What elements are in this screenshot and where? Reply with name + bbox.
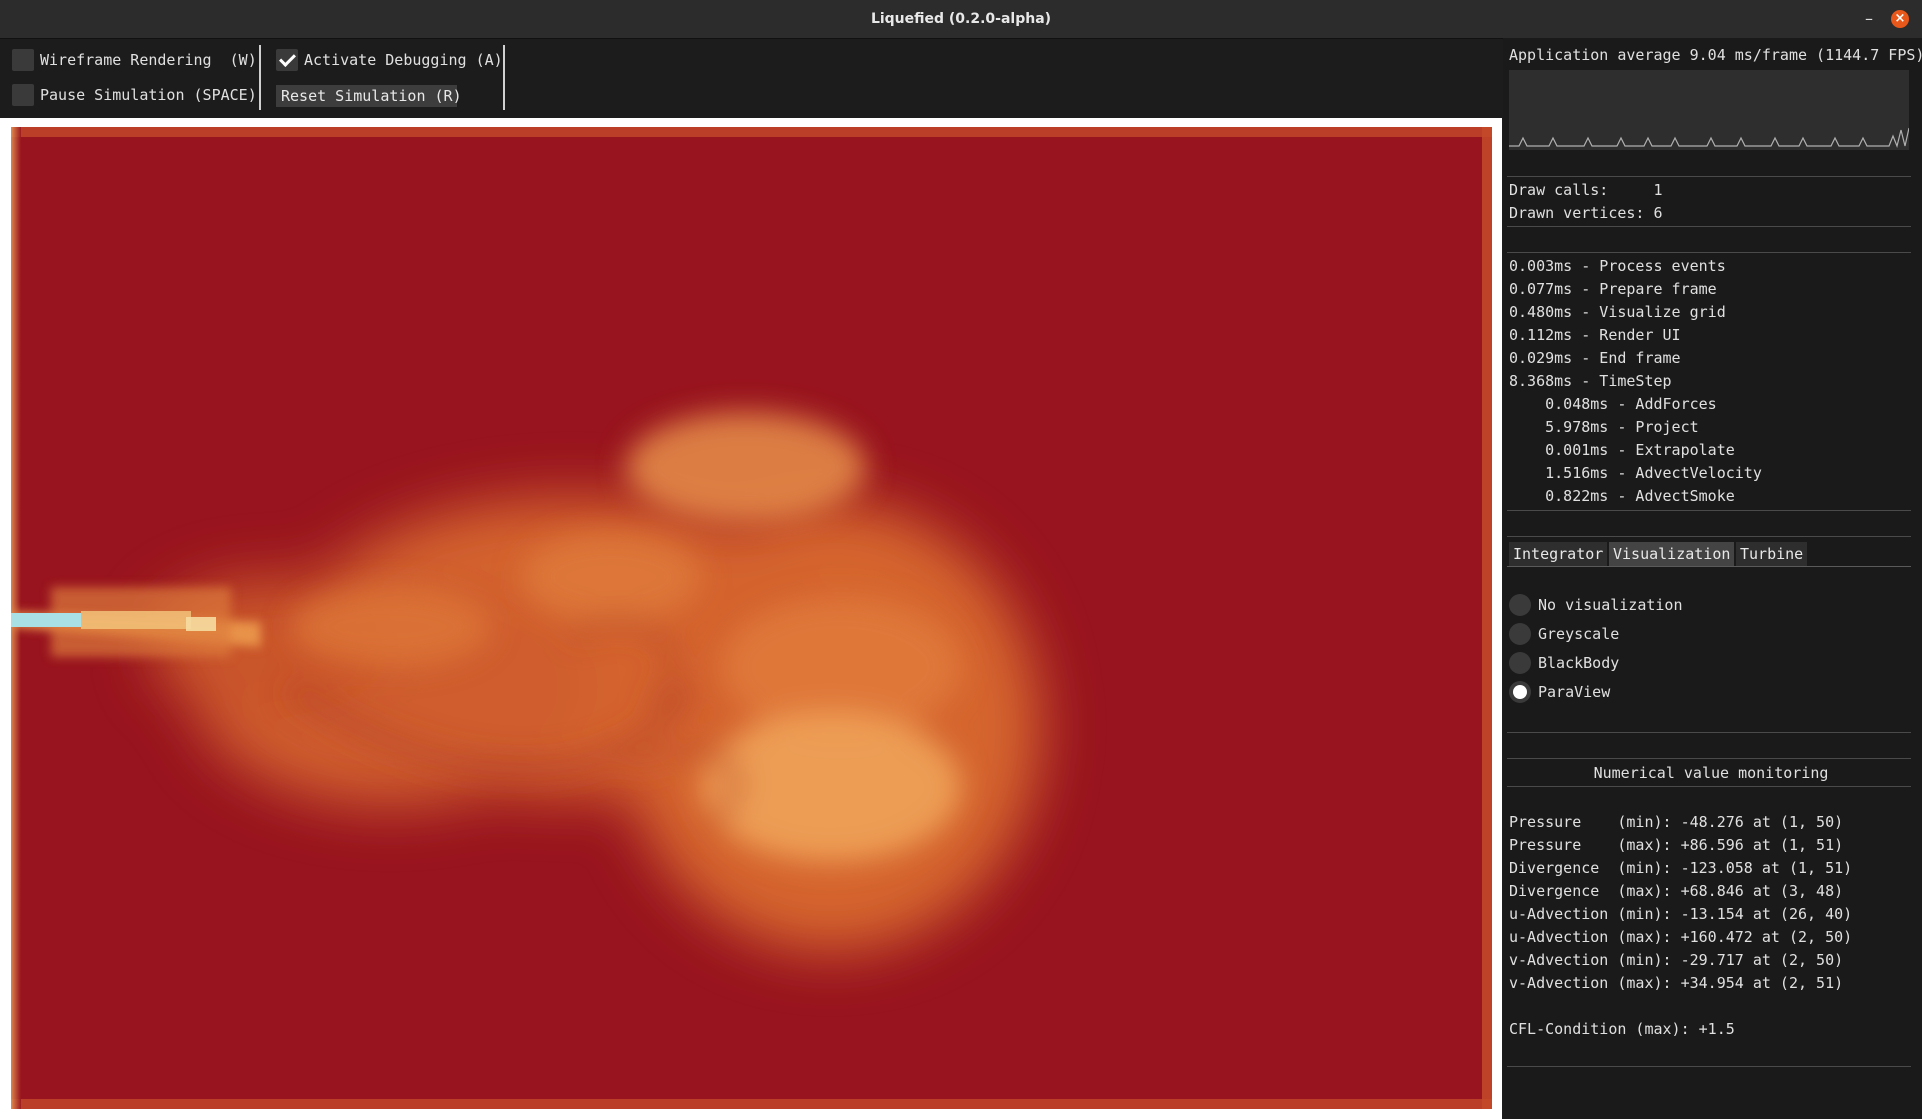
- timing-row: 0.112ms - Render UI: [1509, 326, 1681, 344]
- toolbar-divider: [259, 45, 261, 110]
- sim-border-bottom: [11, 1099, 1492, 1109]
- radio-label: Greyscale: [1538, 625, 1620, 643]
- monitor-row: v-Advection (max): +34.954 at (2, 51): [1509, 974, 1844, 992]
- monitoring-title: Numerical value monitoring: [1593, 764, 1829, 782]
- radio-blackbody[interactable]: [1509, 652, 1531, 674]
- monitor-row: u-Advection (min): -13.154 at (26, 40): [1509, 905, 1853, 923]
- radio-paraview[interactable]: [1509, 681, 1531, 703]
- monitor-row: Pressure (max): +86.596 at (1, 51): [1509, 836, 1844, 854]
- timing-row: 0.822ms - AdvectSmoke: [1509, 487, 1735, 505]
- app-average-text: Application average 9.04 ms/frame (1144.…: [1509, 46, 1922, 64]
- panel-divider: [1507, 510, 1911, 511]
- inflow-hot-spot: [186, 617, 216, 631]
- timing-row: 0.029ms - End frame: [1509, 349, 1681, 367]
- frame-time-graph: [1509, 127, 1910, 148]
- radio-label: ParaView: [1538, 683, 1611, 701]
- panel-divider: [1507, 252, 1911, 253]
- cfl-condition-text: CFL-Condition (max): +1.5: [1509, 1020, 1735, 1038]
- wireframe-label: Wireframe Rendering (W): [40, 51, 257, 69]
- debug-label: Activate Debugging (A): [304, 51, 503, 69]
- draw-calls-text: Draw calls: 1: [1509, 181, 1663, 199]
- pause-label: Pause Simulation (SPACE): [40, 86, 257, 104]
- timing-row: 0.077ms - Prepare frame: [1509, 280, 1717, 298]
- timing-row: 8.368ms - TimeStep: [1509, 372, 1672, 390]
- panel-divider: [1507, 1066, 1911, 1067]
- monitor-row: Divergence (max): +68.846 at (3, 48): [1509, 882, 1844, 900]
- wireframe-checkbox[interactable]: [12, 49, 34, 71]
- radio-label: No visualization: [1538, 596, 1683, 614]
- monitor-row: Pressure (min): -48.276 at (1, 50): [1509, 813, 1844, 831]
- minimize-button[interactable]: –: [1860, 10, 1878, 28]
- radio-no-visualization[interactable]: [1509, 594, 1531, 616]
- drawn-vertices-text: Drawn vertices: 6: [1509, 204, 1663, 222]
- reset-simulation-button[interactable]: Reset Simulation (R): [276, 85, 462, 107]
- title-bar: Liquefied (0.2.0-alpha) – ×: [0, 0, 1922, 39]
- tab-visualization[interactable]: Visualization: [1609, 542, 1735, 566]
- monitor-row: u-Advection (max): +160.472 at (2, 50): [1509, 928, 1853, 946]
- tab-turbine[interactable]: Turbine: [1736, 542, 1808, 566]
- panel-divider: [1507, 176, 1911, 177]
- tab-underline: [1507, 566, 1911, 567]
- monitor-row: v-Advection (min): -29.717 at (2, 50): [1509, 951, 1844, 969]
- radio-greyscale[interactable]: [1509, 623, 1531, 645]
- timing-row: 0.001ms - Extrapolate: [1509, 441, 1735, 459]
- sim-border-top: [11, 127, 1492, 137]
- inflow-source: [11, 613, 81, 627]
- inflow-hot-core: [81, 611, 191, 629]
- debug-checkbox[interactable]: [276, 49, 298, 71]
- timing-row: 5.978ms - Project: [1509, 418, 1699, 436]
- timing-row: 1.516ms - AdvectVelocity: [1509, 464, 1762, 482]
- close-button[interactable]: ×: [1891, 10, 1909, 28]
- monitor-row: Divergence (min): -123.058 at (1, 51): [1509, 859, 1853, 877]
- sim-border-right: [1482, 127, 1492, 1109]
- frame-time-plot: [1509, 70, 1910, 150]
- timing-row: 0.048ms - AddForces: [1509, 395, 1717, 413]
- window-title: Liquefied (0.2.0-alpha): [870, 11, 1052, 27]
- panel-divider: [1507, 732, 1911, 733]
- panel-divider: [1507, 786, 1911, 787]
- pause-checkbox[interactable]: [12, 84, 34, 106]
- tab-integrator[interactable]: Integrator: [1509, 542, 1608, 566]
- panel-divider: [1507, 758, 1911, 759]
- panel-divider: [1507, 226, 1911, 227]
- fluid-simulation-canvas[interactable]: [11, 127, 1492, 1109]
- toolbar-divider: [503, 45, 505, 110]
- radio-label: BlackBody: [1538, 654, 1620, 672]
- panel-divider: [1507, 536, 1911, 537]
- timing-row: 0.003ms - Process events: [1509, 257, 1726, 275]
- timing-row: 0.480ms - Visualize grid: [1509, 303, 1726, 321]
